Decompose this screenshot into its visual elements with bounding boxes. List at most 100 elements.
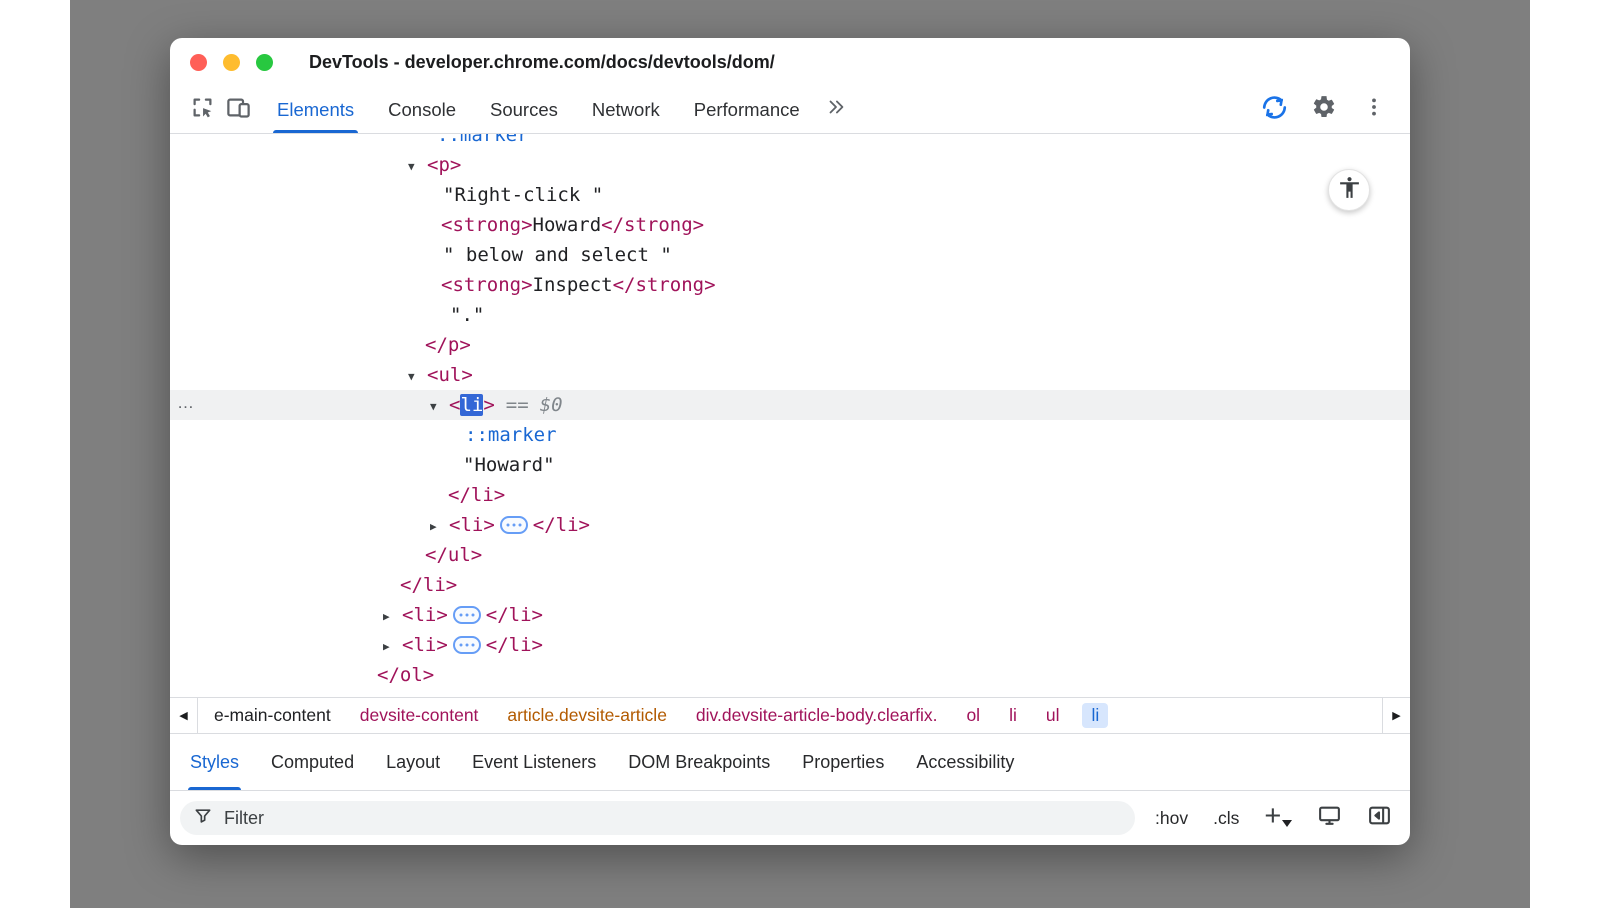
toggle-element-state-button[interactable]: :hov: [1155, 808, 1188, 829]
breadcrumb-item-article-devsite-article[interactable]: article.devsite-article: [507, 705, 667, 726]
new-style-rule-button[interactable]: +: [1264, 805, 1292, 831]
collapsed-content-icon[interactable]: [500, 516, 528, 534]
dom-tree-row[interactable]: <strong>Howard</strong>: [170, 210, 1410, 240]
text-token: ".": [450, 304, 484, 326]
dom-tree-row[interactable]: <strong>Inspect</strong>: [170, 270, 1410, 300]
accessibility-person-icon: [1337, 175, 1362, 205]
dom-tree-row[interactable]: …▼<li>==$0: [170, 390, 1410, 420]
dollar-token: $0: [540, 394, 563, 416]
tab-elements[interactable]: Elements: [260, 86, 371, 133]
device-toolbar-button[interactable]: [220, 92, 256, 128]
rendering-emulations-button[interactable]: [1317, 803, 1342, 833]
dropdown-caret-icon: [1282, 820, 1292, 827]
tagsel-token: li: [460, 394, 483, 416]
tag-token: </ol>: [377, 664, 434, 686]
breadcrumbs: e-main-content devsite-content article.dev…: [198, 698, 1382, 733]
settings-button[interactable]: [1306, 92, 1342, 128]
breadcrumb-item-ol[interactable]: ol: [966, 705, 980, 726]
dom-tree-row[interactable]: ▶<li> </li>: [170, 510, 1410, 540]
dom-tree-row[interactable]: </li>: [170, 570, 1410, 600]
accessibility-button[interactable]: [1328, 169, 1370, 211]
dom-tree-row[interactable]: </ul>: [170, 540, 1410, 570]
close-button[interactable]: [190, 54, 207, 71]
collapse-arrow-icon[interactable]: ▼: [430, 392, 449, 422]
dom-tree-row[interactable]: ▼<p>: [170, 150, 1410, 180]
tag-token: </li>: [448, 484, 505, 506]
breadcrumb-item-e-main-content[interactable]: e-main-content: [214, 705, 331, 726]
more-options-button[interactable]: [1356, 92, 1392, 128]
plus-icon: +: [1264, 802, 1281, 831]
pseudo-token: ::marker: [437, 134, 529, 146]
collapse-arrow-icon[interactable]: ▼: [408, 362, 427, 392]
tag-token: <: [449, 394, 460, 416]
tab-network[interactable]: Network: [575, 86, 677, 133]
traffic-lights: [190, 54, 273, 71]
tag-token: <strong>: [441, 274, 533, 296]
tab-sources[interactable]: Sources: [473, 86, 575, 133]
styles-tab-layout[interactable]: Layout: [370, 734, 456, 790]
window-titlebar: DevTools - developer.chrome.com/docs/dev…: [170, 38, 1410, 86]
dom-tree-row[interactable]: ▶<li> </li>: [170, 600, 1410, 630]
dom-tree-row[interactable]: ▼<ul>: [170, 360, 1410, 390]
filter-field[interactable]: [180, 801, 1135, 835]
dom-tree-row[interactable]: ::marker: [170, 134, 1410, 150]
tag-token: </strong>: [601, 214, 704, 236]
styles-tab-computed[interactable]: Computed: [255, 734, 370, 790]
toggle-sidebar-button[interactable]: [1367, 803, 1392, 833]
dom-tree-row[interactable]: </p>: [170, 330, 1410, 360]
tag-token: <ul>: [427, 364, 473, 386]
zoom-button[interactable]: [256, 54, 273, 71]
tag-token: </p>: [425, 334, 471, 356]
dom-tree-row[interactable]: </ol>: [170, 660, 1410, 690]
replay-button[interactable]: [1256, 92, 1292, 128]
tag-token: </li>: [486, 604, 543, 626]
tag-token: <li>: [402, 604, 448, 626]
dom-tree-row[interactable]: ::marker: [170, 420, 1410, 450]
breadcrumb-item-div-devsite-article-body-clearfix[interactable]: div.devsite-article-body.clearfix.: [696, 705, 938, 726]
expand-arrow-icon[interactable]: ▶: [383, 602, 402, 632]
styles-tab-accessibility[interactable]: Accessibility: [900, 734, 1030, 790]
replay-icon: [1260, 93, 1289, 127]
tag-token: </li>: [486, 634, 543, 656]
breadcrumb-item-li[interactable]: li: [1082, 703, 1108, 728]
inspect-element-button[interactable]: [184, 92, 220, 128]
styles-tab-styles[interactable]: Styles: [174, 734, 255, 790]
dom-tree-row[interactable]: ".": [170, 300, 1410, 330]
styles-toolbar-controls: :hov .cls +: [1155, 803, 1392, 833]
double-chevron-icon: [825, 96, 847, 123]
expand-arrow-icon[interactable]: ▶: [430, 512, 449, 542]
breadcrumb-scroll-right-button[interactable]: ▶: [1382, 698, 1410, 733]
collapse-arrow-icon[interactable]: ▼: [408, 152, 427, 182]
tab-performance[interactable]: Performance: [677, 86, 817, 133]
dom-tree-row[interactable]: "Right-click ": [170, 180, 1410, 210]
breadcrumb-scroll-left-button[interactable]: ◀: [170, 698, 198, 733]
styles-tab-properties[interactable]: Properties: [786, 734, 900, 790]
breadcrumb-item-li[interactable]: li: [1009, 705, 1017, 726]
tag-token: <li>: [402, 634, 448, 656]
collapsed-content-icon[interactable]: [453, 636, 481, 654]
dom-tree-row[interactable]: "Howard": [170, 450, 1410, 480]
dom-tree-row[interactable]: " below and select ": [170, 240, 1410, 270]
dom-tree-row[interactable]: ▶<li> </li>: [170, 630, 1410, 660]
minimize-button[interactable]: [223, 54, 240, 71]
filter-input[interactable]: [222, 807, 1127, 830]
tag-token: <li>: [449, 514, 495, 536]
gear-icon: [1311, 94, 1337, 125]
element-classes-button[interactable]: .cls: [1213, 808, 1239, 829]
breadcrumb-item-ul[interactable]: ul: [1046, 705, 1060, 726]
dom-rows: ::marker▼<p>"Right-click "<strong>Howard…: [170, 134, 1410, 690]
styles-filter-bar: :hov .cls +: [170, 790, 1410, 845]
tag-token: <p>: [427, 154, 461, 176]
tab-console[interactable]: Console: [371, 86, 473, 133]
expand-arrow-icon[interactable]: ▶: [383, 632, 402, 662]
filter-funnel-icon: [193, 806, 213, 831]
more-tabs-button[interactable]: [817, 96, 855, 123]
styles-tab-dom-breakpoints[interactable]: DOM Breakpoints: [612, 734, 786, 790]
tag-token: </li>: [533, 514, 590, 536]
collapsed-content-icon[interactable]: [453, 606, 481, 624]
dom-row-menu-icon[interactable]: …: [177, 388, 195, 418]
dom-tree-row[interactable]: </li>: [170, 480, 1410, 510]
styles-tab-event-listeners[interactable]: Event Listeners: [456, 734, 612, 790]
breadcrumb-item-devsite-content[interactable]: devsite-content: [360, 705, 479, 726]
kebab-menu-icon: [1362, 95, 1386, 124]
